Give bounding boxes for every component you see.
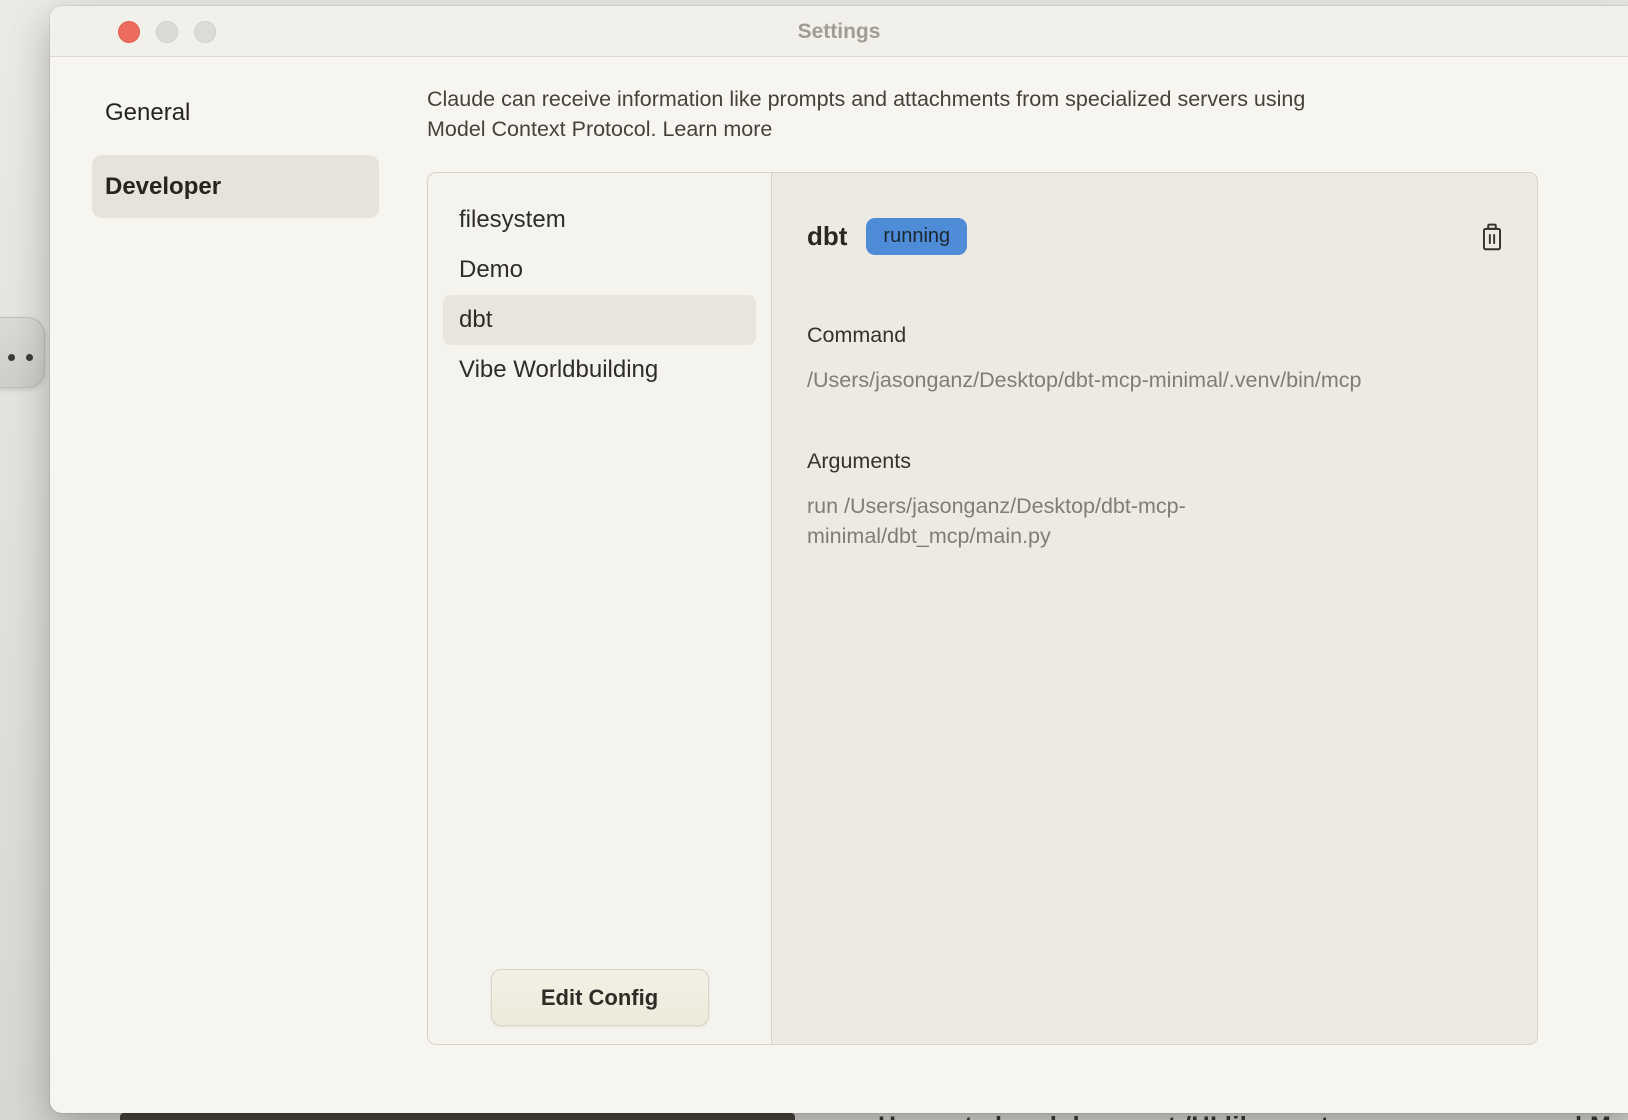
zoom-button[interactable]: [194, 21, 216, 43]
server-detail-header: dbt running: [807, 218, 967, 255]
status-badge: running: [866, 218, 967, 255]
server-item-demo[interactable]: Demo: [443, 245, 756, 295]
server-list: filesystem Demo dbt Vibe Worldbuilding: [428, 173, 771, 395]
close-button[interactable]: [118, 21, 140, 43]
server-name: dbt: [807, 221, 847, 252]
command-value: /Users/jasonganz/Desktop/dbt-mcp-minimal…: [807, 365, 1361, 395]
arguments-line2: minimal/dbt_mcp/main.py: [807, 521, 1307, 551]
edit-config-button[interactable]: Edit Config: [491, 969, 709, 1026]
server-item-dbt[interactable]: dbt: [443, 295, 756, 345]
background-input-bar: [120, 1113, 795, 1120]
background-drawer-handle[interactable]: [0, 317, 45, 388]
sidebar-item-developer[interactable]: Developer: [92, 155, 379, 218]
settings-window: Settings General Developer Claude can re…: [50, 6, 1628, 1113]
drawer-dot-icon: [8, 354, 15, 361]
sidebar-item-general[interactable]: General: [92, 88, 379, 138]
drawer-dot-icon: [26, 354, 33, 361]
command-label: Command: [807, 323, 906, 348]
server-detail-pane: dbt running Command /Users/jasonganz/Des…: [772, 173, 1537, 1044]
titlebar[interactable]: Settings: [50, 6, 1628, 57]
background-clipped-text: He wrote breakdowns at /UI like custom s…: [878, 1112, 1628, 1120]
minimize-button[interactable]: [156, 21, 178, 43]
mcp-description: Claude can receive information like prom…: [427, 84, 1567, 144]
server-item-vibe-worldbuilding[interactable]: Vibe Worldbuilding: [443, 345, 756, 395]
arguments-value: run /Users/jasonganz/Desktop/dbt-mcp- mi…: [807, 491, 1307, 551]
server-item-filesystem[interactable]: filesystem: [443, 195, 756, 245]
description-line2: Model Context Protocol.: [427, 117, 656, 141]
delete-server-button[interactable]: [1477, 223, 1507, 255]
arguments-label: Arguments: [807, 449, 911, 474]
description-line1: Claude can receive information like prom…: [427, 87, 1305, 111]
learn-more-link[interactable]: Learn more: [662, 117, 772, 141]
screen: { "window": { "title": "Settings" }, "si…: [0, 0, 1628, 1120]
trash-icon: [1479, 223, 1505, 253]
mcp-servers-panel: filesystem Demo dbt Vibe Worldbuilding E…: [427, 172, 1538, 1045]
window-title: Settings: [50, 6, 1628, 57]
server-list-pane: filesystem Demo dbt Vibe Worldbuilding E…: [428, 173, 772, 1044]
arguments-line1: run /Users/jasonganz/Desktop/dbt-mcp-: [807, 491, 1307, 521]
